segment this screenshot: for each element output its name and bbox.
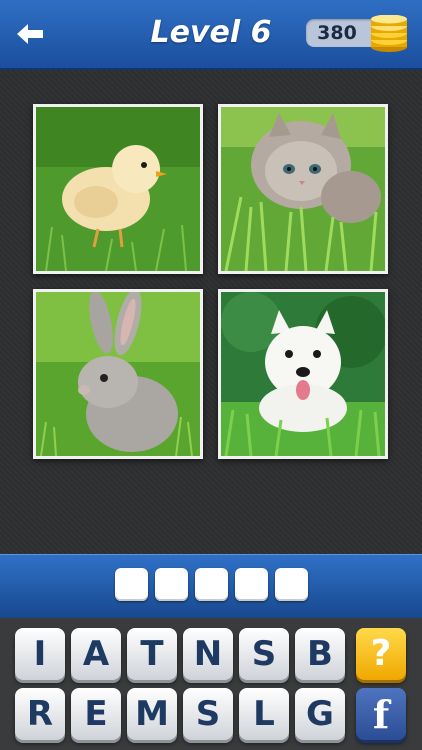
letter-key[interactable]: E (71, 688, 121, 740)
letter-key[interactable]: G (295, 688, 345, 740)
letter-key[interactable]: S (183, 688, 233, 740)
picture-kitten[interactable] (218, 104, 388, 274)
question-mark-icon: ? (370, 633, 392, 674)
chick-image (36, 107, 200, 271)
picture-area (0, 70, 422, 554)
answer-slot[interactable] (194, 568, 228, 601)
puppy-image (221, 292, 385, 456)
coin-stack-icon (371, 15, 407, 52)
answer-bar (0, 554, 422, 618)
picture-chick[interactable] (33, 104, 203, 274)
answer-slot[interactable] (114, 568, 148, 601)
letter-key[interactable]: S (239, 628, 289, 680)
coin-count: 380 (317, 22, 357, 44)
letter-key[interactable]: R (15, 688, 65, 740)
letter-key[interactable]: T (127, 628, 177, 680)
letter-key[interactable]: N (183, 628, 233, 680)
rabbit-image (36, 292, 200, 456)
hint-button[interactable]: ? (356, 628, 406, 680)
letter-key[interactable]: B (295, 628, 345, 680)
picture-puppy[interactable] (218, 289, 388, 459)
letter-keyboard: I A T N S B ? R E M S L G f (0, 618, 422, 750)
kitten-image (221, 107, 385, 271)
answer-slot[interactable] (234, 568, 268, 601)
coin-counter[interactable]: 380 (306, 15, 412, 52)
facebook-share-button[interactable]: f (356, 688, 406, 740)
answer-slots (0, 568, 422, 601)
letter-key[interactable]: I (15, 628, 65, 680)
top-bar: Level 6 380 (0, 0, 422, 70)
letter-key[interactable]: L (239, 688, 289, 740)
answer-slot[interactable] (154, 568, 188, 601)
letter-key[interactable]: M (127, 688, 177, 740)
answer-slot[interactable] (274, 568, 308, 601)
picture-rabbit[interactable] (33, 289, 203, 459)
facebook-icon: f (372, 692, 390, 737)
letter-key[interactable]: A (71, 628, 121, 680)
